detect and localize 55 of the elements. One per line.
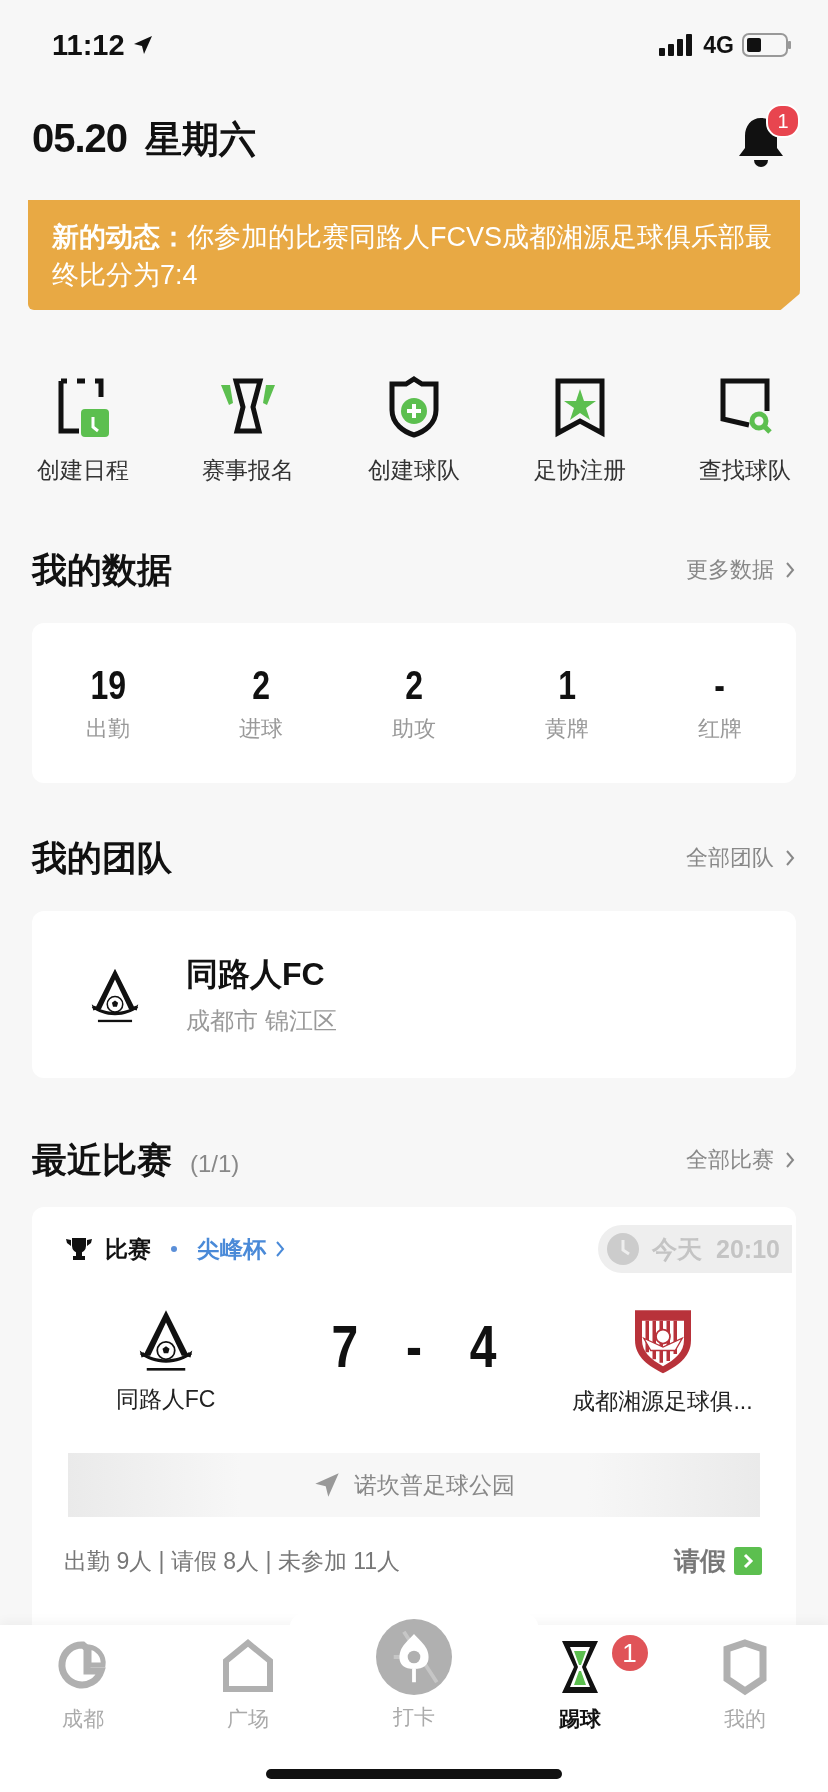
stat-label: 红牌 xyxy=(697,714,742,743)
team-name: 同路人FC xyxy=(115,1384,216,1414)
section-title: 我的数据 xyxy=(32,550,172,590)
team-card[interactable]: 同路人FC 成都市 锦江区 xyxy=(32,911,796,1078)
stat-label: 黄牌 xyxy=(544,714,589,743)
tab-item[interactable]: 踢球 xyxy=(549,1637,610,1733)
stat-value: 19 xyxy=(90,662,127,708)
stat-value: 2 xyxy=(405,662,423,708)
date-label: 05.20 xyxy=(32,116,128,161)
more-link[interactable]: 更多数据 xyxy=(686,550,796,590)
more-link[interactable]: 全部比赛 xyxy=(686,1140,796,1180)
team-location: 成都市 锦江区 xyxy=(186,1005,337,1036)
section-title: 我的团队 xyxy=(32,838,172,878)
trophy-icon xyxy=(65,1236,93,1262)
section-count: (1/1) xyxy=(190,1150,240,1178)
team-name: 同路人FC xyxy=(186,954,326,994)
home-score: 7 xyxy=(331,1311,359,1381)
status-time: 11:12 xyxy=(52,28,125,62)
score-separator: - xyxy=(406,1311,422,1381)
match-type: 比赛 xyxy=(105,1234,151,1264)
away-score: 4 xyxy=(469,1311,497,1381)
shortcut-button[interactable]: 赛事报名 xyxy=(202,375,295,500)
tab-item[interactable]: 成都 xyxy=(52,1637,113,1733)
shortcut-button[interactable]: 足协注册 xyxy=(533,375,626,500)
tab-item[interactable]: 广场 xyxy=(218,1637,279,1733)
attendance-summary: 出勤 9人 | 请假 8人 | 未参加 11人 xyxy=(64,1546,401,1576)
chevron-icon xyxy=(274,1239,286,1259)
venue-name: 诺坎普足球公园 xyxy=(353,1470,515,1500)
stat-value: - xyxy=(714,662,725,708)
tab-item[interactable]: 我的 xyxy=(715,1637,776,1733)
notification-badge: 1 xyxy=(766,104,800,138)
chevron-icon xyxy=(784,560,796,580)
stat-label: 助攻 xyxy=(392,714,436,743)
chevron-icon xyxy=(784,848,796,868)
battery-icon xyxy=(742,33,792,57)
stat-value: 2 xyxy=(252,662,271,708)
location-arrow-icon xyxy=(132,35,153,55)
shortcut-button[interactable]: 创建球队 xyxy=(368,375,460,500)
chevron-box-icon xyxy=(734,1547,762,1575)
weekday-label: 星期六 xyxy=(145,118,257,162)
stat-value: 1 xyxy=(557,662,576,708)
network-label: 4G xyxy=(703,31,734,59)
stat-label: 出勤 xyxy=(86,714,131,743)
cup-link[interactable]: 尖峰杯 xyxy=(197,1233,286,1265)
more-link[interactable]: 全部团队 xyxy=(686,838,796,878)
clock-icon xyxy=(606,1232,641,1266)
chevron-icon xyxy=(784,1150,796,1170)
shortcut-button[interactable]: 创建日程 xyxy=(36,375,129,500)
team-name: 成都湘源足球俱... xyxy=(572,1386,753,1416)
stat-label: 进球 xyxy=(239,714,284,743)
shortcut-button[interactable]: 查找球队 xyxy=(699,375,792,500)
notification-badge: 1 xyxy=(611,1635,648,1671)
location-arrow-icon xyxy=(313,1472,340,1498)
leave-button[interactable]: 请假 xyxy=(674,1543,762,1579)
section-title: 最近比赛 xyxy=(32,1140,172,1180)
